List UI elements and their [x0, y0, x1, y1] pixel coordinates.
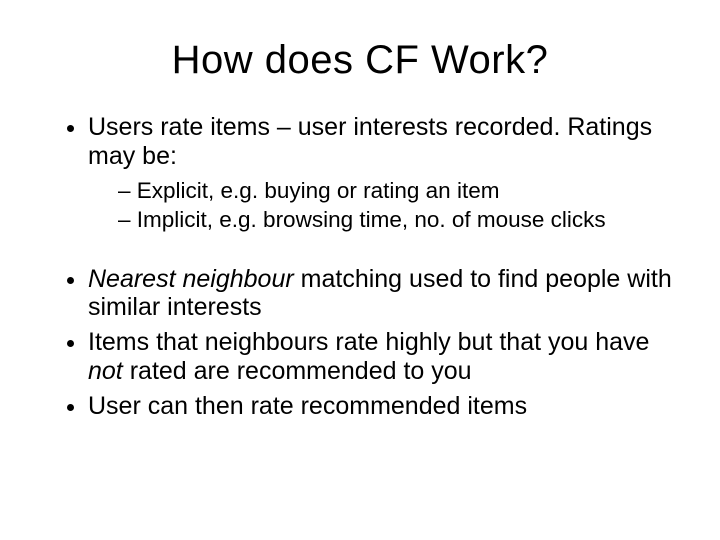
bullet-item-1: Users rate items – user interests record…	[88, 113, 680, 233]
bullet-text-part1: Items that neighbours rate highly but th…	[88, 328, 649, 356]
bullet-text: Users rate items – user interests record…	[88, 113, 652, 170]
italic-text: not	[88, 357, 123, 385]
bullet-item-4: User can then rate recommended items	[88, 392, 680, 421]
bullet-item-2: Nearest neighbour matching used to find …	[88, 265, 680, 323]
bullet-list: Users rate items – user interests record…	[40, 113, 680, 233]
spacer	[40, 239, 680, 265]
sub-bullet-list: Explicit, e.g. buying or rating an item …	[88, 177, 680, 233]
bullet-text-part2: rated are recommended to you	[123, 357, 472, 385]
sub-bullet-1: Explicit, e.g. buying or rating an item	[118, 177, 680, 204]
bullet-item-3: Items that neighbours rate highly but th…	[88, 328, 680, 386]
slide-title: How does CF Work?	[40, 38, 680, 83]
sub-bullet-2: Implicit, e.g. browsing time, no. of mou…	[118, 206, 680, 233]
bullet-list-2: Nearest neighbour matching used to find …	[40, 265, 680, 421]
italic-text: Nearest neighbour	[88, 265, 294, 293]
slide: How does CF Work? Users rate items – use…	[0, 0, 720, 540]
